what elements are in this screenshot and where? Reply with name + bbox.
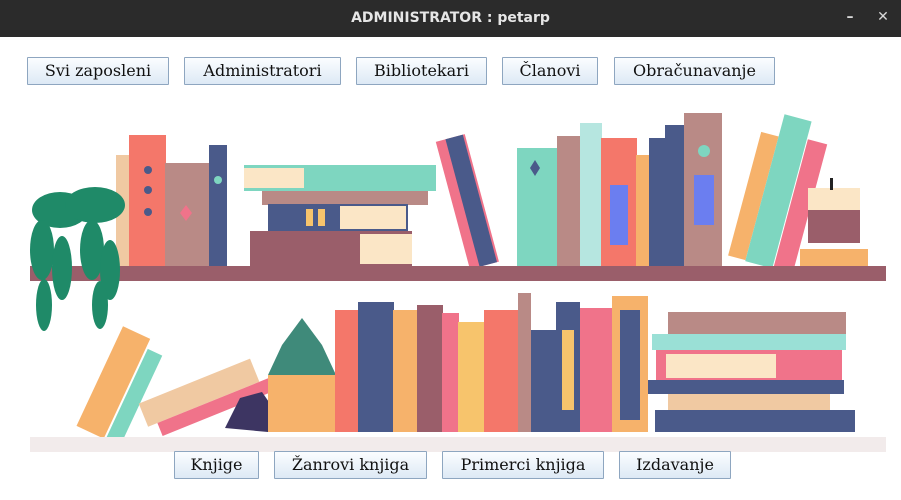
- app-window: ADMINISTRATOR : petarp – ✕ Svi zaposleni…: [0, 0, 901, 500]
- lending-button[interactable]: Izdavanje: [619, 451, 731, 479]
- librarians-button[interactable]: Bibliotekari: [356, 57, 487, 85]
- window-title: ADMINISTRATOR : petarp: [351, 10, 550, 26]
- books-button[interactable]: Knjige: [174, 451, 259, 479]
- genres-button[interactable]: Žanrovi knjiga: [274, 451, 427, 479]
- top-shelf: [30, 266, 886, 281]
- title-bar[interactable]: ADMINISTRATOR : petarp – ✕: [0, 0, 901, 37]
- copies-button[interactable]: Primerci knjiga: [442, 451, 604, 479]
- bookshelf-illustration: [30, 113, 886, 452]
- bottom-shelf: [30, 437, 886, 452]
- top-shelf-books: [116, 113, 868, 274]
- members-button[interactable]: Članovi: [502, 57, 598, 85]
- administrators-button[interactable]: Administratori: [184, 57, 341, 85]
- minimize-icon[interactable]: –: [835, 0, 865, 37]
- billing-button[interactable]: Obračunavanje: [614, 57, 775, 85]
- bottom-shelf-books: [76, 293, 855, 447]
- hanging-plant: [30, 187, 125, 331]
- close-icon[interactable]: ✕: [868, 0, 898, 37]
- employees-button[interactable]: Svi zaposleni: [27, 57, 169, 85]
